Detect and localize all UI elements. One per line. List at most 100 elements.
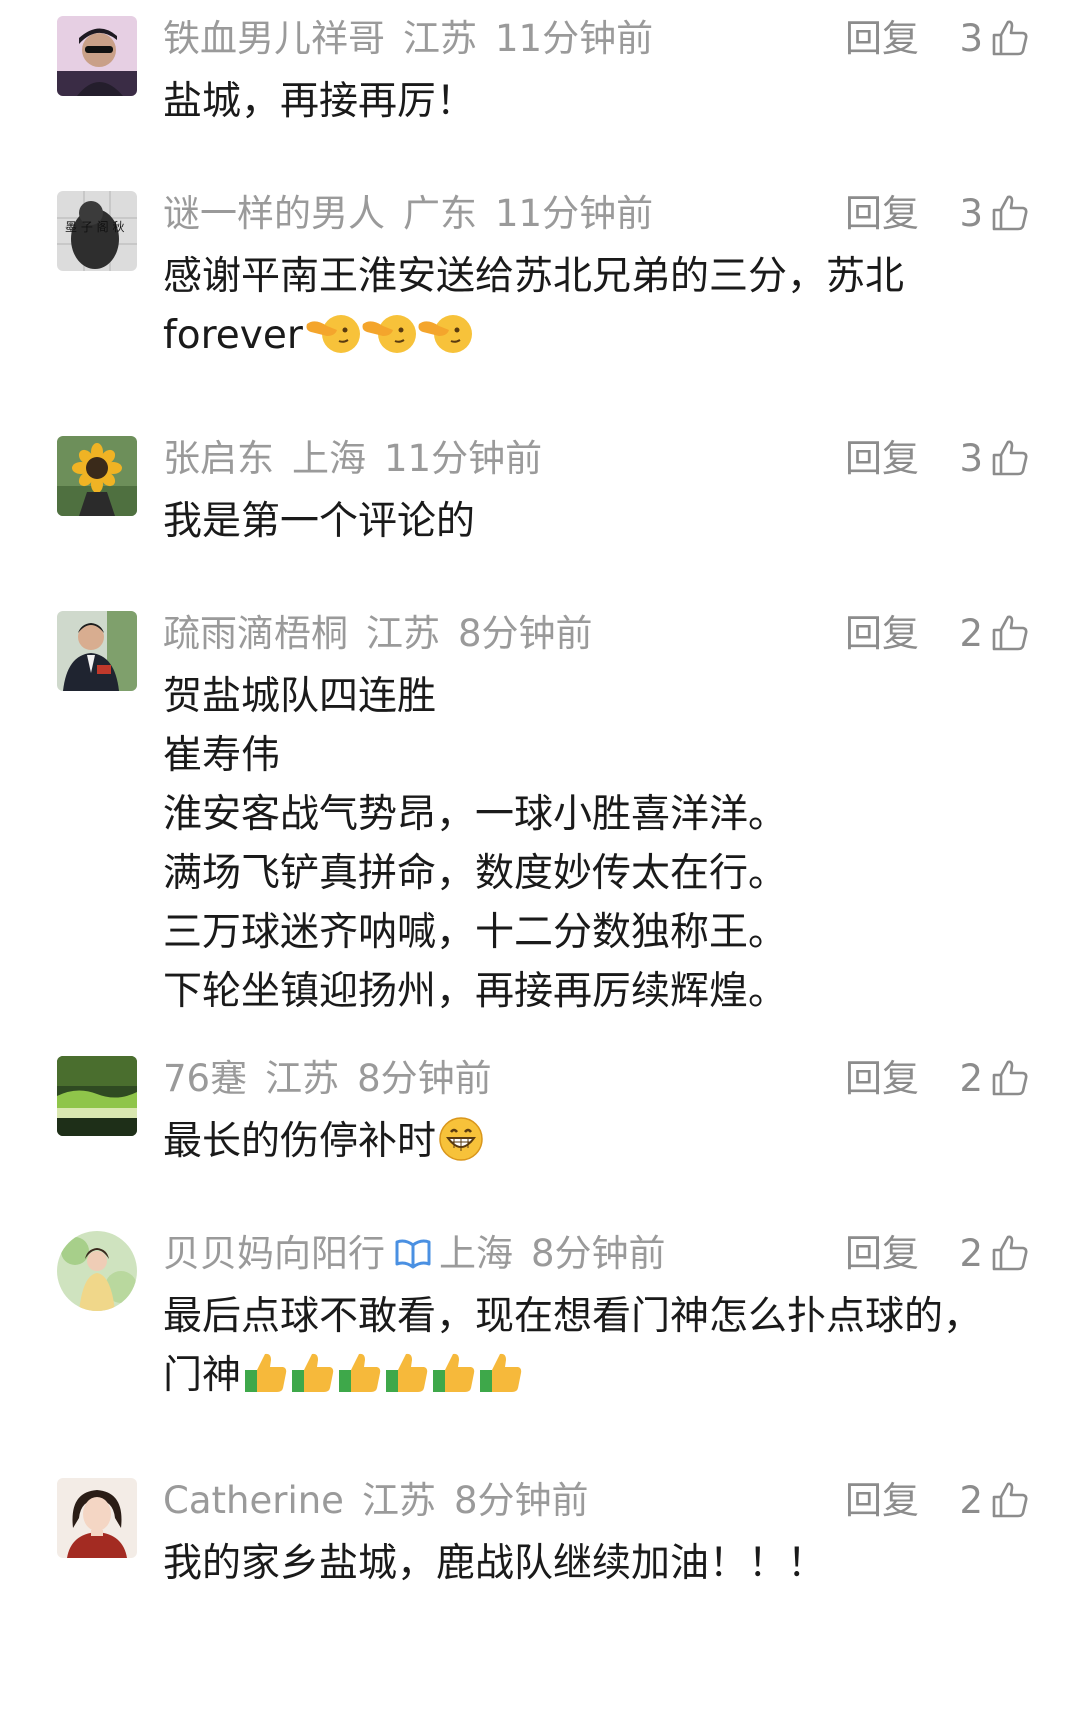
comment-line: forever [163,313,303,358]
thumbs-up-icon[interactable] [990,613,1030,653]
location: 江苏 [403,17,477,60]
thumbs-up-icon[interactable] [990,1058,1030,1098]
grinning-face-emoji [438,1116,484,1179]
avatar-image [57,1478,137,1558]
avatar-image [57,1231,137,1311]
avatar-image [57,16,137,96]
svg-text:墨 子 阁 秋: 墨 子 阁 秋 [65,220,124,234]
verified-badge-icon [395,1239,431,1269]
comment-text: 贺盐城队四连胜 崔寿伟 淮安客战气势昂，一球小胜喜洋洋。 满场飞铲真拼命，数度妙… [163,667,1043,1021]
reply-button[interactable]: 回复 [845,1229,919,1279]
comment-item: Catherine 江苏 8分钟前 回复 2 我的家乡盐城，鹿战队继续加油！！！ [0,1462,1080,1662]
comment-line-with-emoji: 门神 [163,1346,1043,1413]
comment-line: 满场飞铲真拼命，数度妙传太在行。 [163,851,788,896]
timestamp: 8分钟前 [357,1057,492,1100]
thumbs-up-icon[interactable] [990,18,1030,58]
username[interactable]: 贝贝妈向阳行 [163,1229,385,1279]
username[interactable]: 疏雨滴梧桐 [163,609,348,659]
comment-line: 崔寿伟 [163,733,281,778]
location: 上海 [292,437,366,480]
thumbs-up-icon[interactable] [990,193,1030,233]
username[interactable]: Catherine [163,1476,344,1526]
comment-meta: Catherine 江苏 8分钟前 [163,1476,588,1526]
like-count: 3 [959,192,983,235]
comment-line: 贺盐城队四连胜 [163,674,437,719]
comment-text: 最长的伤停补时 [163,1112,1043,1179]
reply-button[interactable]: 回复 [845,434,919,484]
thumbs-up-emoji [243,1350,525,1413]
avatar[interactable] [57,611,137,691]
location: 江苏 [366,612,440,655]
reply-button[interactable]: 回复 [845,1054,919,1104]
like-count: 3 [959,437,983,480]
comment-line-with-emoji: forever [163,306,1043,373]
location: 江苏 [265,1057,340,1100]
avatar-image [57,436,137,516]
comment-line: 门神 [163,1353,242,1398]
location: 广东 [403,192,477,235]
timestamp: 8分钟前 [531,1232,666,1275]
timestamp: 11分钟前 [384,437,543,480]
comment-text: 最后点球不敢看，现在想看门神怎么扑点球的， 门神 [163,1287,1043,1413]
reply-button[interactable]: 回复 [845,189,919,239]
comment-line: 盐城，再接再厉！ [163,79,476,124]
timestamp: 11分钟前 [495,17,654,60]
comment-list: 铁血男儿祥哥 江苏 11分钟前 回复 3 盐城，再接再厉！ 墨 子 阁 秋 谜一样的… [0,0,1080,1717]
username[interactable]: 76蹇 [163,1054,247,1104]
comment-meta: 贝贝妈向阳行 上海 8分钟前 [163,1229,666,1279]
location: 上海 [439,1232,513,1275]
comment-meta: 张启东 上海 11分钟前 [163,434,542,484]
comment-line: 三万球迷齐呐喊，十二分数独称王。 [163,910,788,955]
timestamp: 11分钟前 [495,192,654,235]
timestamp: 8分钟前 [453,1479,589,1522]
avatar[interactable] [57,1231,137,1311]
comment-text: 我是第一个评论的 [163,492,1043,551]
comment-text: 盐城，再接再厉！ [163,72,1043,131]
thumbs-up-icon[interactable] [990,438,1030,478]
comment-meta: 谜一样的男人 广东 11分钟前 [163,189,653,239]
comment-item: 墨 子 阁 秋 谜一样的男人 广东 11分钟前 回复 3 感谢平南王淮安送给苏北兄弟… [0,175,1080,420]
comment-line: 下轮坐镇迎扬州，再接再厉续辉煌。 [163,969,788,1014]
avatar[interactable] [57,436,137,516]
comment-line: 感谢平南王淮安送给苏北兄弟的三分，苏北 [163,254,905,299]
avatar[interactable] [57,16,137,96]
like-count: 2 [959,1479,983,1522]
like-count: 2 [959,1232,983,1275]
pointing-face-emoji [305,310,475,373]
comment-item: 贝贝妈向阳行 上海 8分钟前 回复 2 最后点球不敢看，现在想看门神怎么扑点球的，… [0,1215,1080,1445]
comment-meta: 铁血男儿祥哥 江苏 11分钟前 [163,14,653,64]
comment-item: 疏雨滴梧桐 江苏 8分钟前 回复 2 贺盐城队四连胜 崔寿伟 淮安客战气势昂，一球小… [0,595,1080,1040]
username[interactable]: 谜一样的男人 [163,189,385,239]
reply-button[interactable]: 回复 [845,1476,919,1526]
timestamp: 8分钟前 [458,612,593,655]
comment-meta: 76蹇 江苏 8分钟前 [163,1054,492,1104]
comment-line: 淮安客战气势昂，一球小胜喜洋洋。 [163,792,788,837]
comment-text: 我的家乡盐城，鹿战队继续加油！！！ [163,1534,1043,1593]
reply-button[interactable]: 回复 [845,609,919,659]
username[interactable]: 张启东 [163,434,274,484]
comment-line-with-emoji: 最长的伤停补时 [163,1112,1043,1179]
comment-item: 张启东 上海 11分钟前 回复 3 我是第一个评论的 [0,420,1080,595]
comment-line: 最后点球不敢看，现在想看门神怎么扑点球的， [163,1294,983,1339]
like-count: 2 [959,612,983,655]
thumbs-up-icon[interactable] [990,1233,1030,1273]
reply-button[interactable]: 回复 [845,14,919,64]
avatar-image: 墨 子 阁 秋 [57,191,137,271]
username[interactable]: 铁血男儿祥哥 [163,14,385,64]
comment-text: 感谢平南王淮安送给苏北兄弟的三分，苏北 forever [163,247,1043,373]
avatar[interactable] [57,1056,137,1136]
like-count: 2 [959,1057,983,1100]
location: 江苏 [361,1479,436,1522]
thumbs-up-icon[interactable] [990,1480,1030,1520]
comment-line: 我是第一个评论的 [163,499,476,544]
avatar-image [57,611,137,691]
comment-item: 铁血男儿祥哥 江苏 11分钟前 回复 3 盐城，再接再厉！ [0,0,1080,175]
avatar[interactable]: 墨 子 阁 秋 [57,191,137,271]
like-count: 3 [959,17,983,60]
avatar[interactable] [57,1478,137,1558]
comment-item: 76蹇 江苏 8分钟前 回复 2 最长的伤停补时 [0,1040,1080,1215]
comment-line: 我的家乡盐城，鹿战队继续加油！！！ [163,1541,827,1586]
avatar-image [57,1056,137,1136]
comment-meta: 疏雨滴梧桐 江苏 8分钟前 [163,609,593,659]
comment-line: 最长的伤停补时 [163,1119,437,1164]
